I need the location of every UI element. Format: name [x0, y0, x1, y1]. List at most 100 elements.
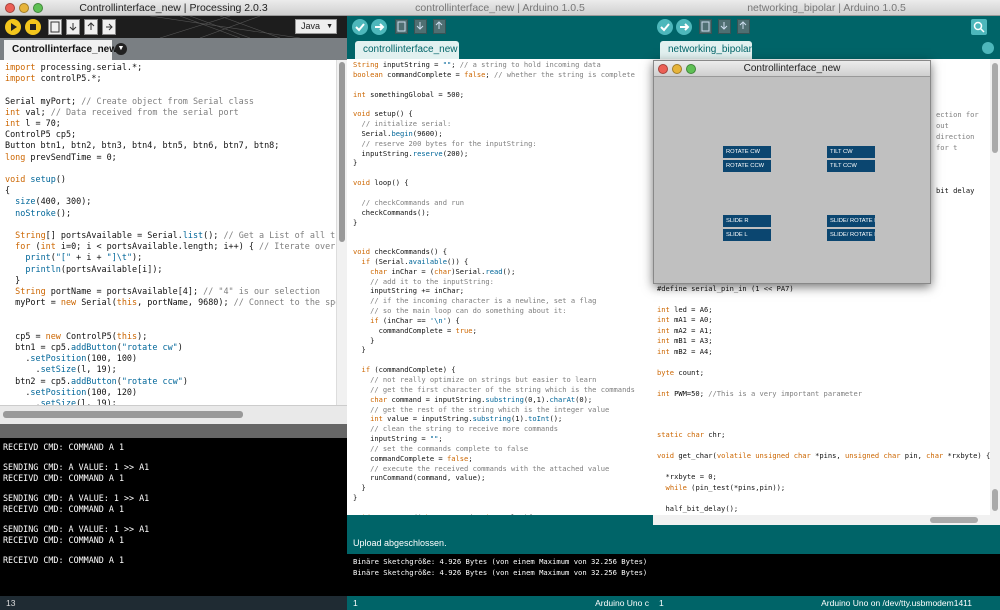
tab-networking-bipolar[interactable]: networking_bipolar — [660, 41, 752, 59]
mode-selector[interactable]: Java ▼ — [295, 19, 337, 34]
open-icon — [720, 22, 728, 30]
stop-icon — [30, 24, 36, 30]
code-line: .setSize(l, 19); — [5, 398, 117, 405]
sketch-window-title: Controllinterface_new — [743, 63, 841, 74]
code-line: } — [353, 158, 358, 168]
zoom-window-button[interactable] — [686, 64, 696, 74]
tab-controllinterface-new[interactable]: Controllinterface_new — [4, 40, 117, 60]
slide-r-button[interactable]: SLIDE R — [723, 215, 771, 227]
tilt-ccw-button[interactable]: TILT CCW — [827, 160, 875, 172]
code-line: String[] portsAvailable = Serial.list();… — [15, 230, 336, 241]
tab-controllinterface-new[interactable]: controllinterface_new — [355, 41, 459, 59]
arduino2-code-text: #define serial_pin_in (1 << PA7) int led… — [657, 284, 990, 515]
stop-button[interactable] — [25, 19, 41, 35]
rotate-ccw-button[interactable]: ROTATE CCW — [723, 160, 771, 172]
scrollbar-thumb[interactable] — [992, 489, 998, 511]
code-line: // not really optimize on strings but ea… — [370, 375, 597, 384]
code-line: // set the commands complete to false — [370, 443, 529, 453]
minimize-window-button[interactable] — [19, 3, 29, 13]
code-line: void checkCommands() { — [353, 247, 447, 257]
open-button[interactable] — [718, 19, 731, 34]
code-line: String portName = portsAvailable[4]; // … — [15, 286, 320, 297]
tilt-cw-button[interactable]: TILT CW — [827, 146, 875, 158]
code-line: print("[" + i + "]\t"); — [25, 252, 143, 263]
rotate-cw-button[interactable]: ROTATE CW — [723, 146, 771, 158]
tab-menu-button[interactable]: ▼ — [115, 43, 127, 55]
horizontal-scrollbar[interactable] — [0, 405, 347, 424]
close-window-button[interactable] — [5, 3, 15, 13]
save-icon — [739, 21, 747, 29]
line-number: 13 — [6, 598, 16, 608]
code-line: btn1 = cp5.addButton("rotate cw") — [5, 342, 183, 353]
code-line: // clean the string to receive more comm… — [370, 424, 559, 434]
console-line: SENDING CMD: A VALUE: 1 >> A1 — [3, 461, 150, 472]
scrollbar-thumb[interactable] — [930, 517, 978, 523]
vertical-scrollbar[interactable] — [336, 60, 347, 405]
tab-menu-button[interactable] — [982, 42, 994, 54]
save-button[interactable] — [737, 19, 750, 34]
code-line: void setup() — [5, 174, 66, 185]
code-line: inputString = ""; — [353, 434, 443, 444]
serial-monitor-button[interactable] — [971, 19, 987, 35]
zoom-window-button[interactable] — [33, 3, 43, 13]
scrollbar-thumb[interactable] — [992, 63, 998, 153]
run-button[interactable] — [5, 19, 21, 35]
arduino-window-1: controllinterface_new | Arduino 1.0.5 co… — [347, 0, 653, 610]
open-button[interactable] — [66, 19, 80, 35]
verify-button[interactable] — [657, 19, 673, 35]
processing-window: Controllinterface_new | Processing 2.0.3 — [0, 0, 347, 610]
open-button[interactable] — [414, 19, 427, 34]
code-line: // add it to the inputString: — [370, 276, 494, 286]
save-button[interactable] — [84, 19, 98, 35]
new-button[interactable] — [48, 19, 62, 35]
arduino1-toolbar — [347, 16, 653, 38]
vertical-scrollbar[interactable] — [990, 59, 1000, 515]
code-line: ControlP5 cp5; — [5, 129, 77, 140]
processing-tab-bar: Controllinterface_new ▼ — [0, 38, 347, 60]
code-fragment: ection for out — [936, 110, 979, 130]
code-line: // if the incoming character is a newlin… — [370, 296, 597, 306]
arduino2-console — [653, 554, 1000, 596]
slide-rotate-r-button[interactable]: SLIDE/ ROTATE R — [827, 215, 875, 227]
minimize-window-button[interactable] — [672, 64, 682, 74]
scrollbar-thumb[interactable] — [3, 411, 243, 418]
code-line: } — [5, 274, 21, 285]
upload-button[interactable] — [676, 19, 692, 35]
code-line: { — [5, 185, 11, 196]
export-button[interactable] — [102, 19, 116, 35]
processing-code-editor[interactable]: import processing.serial.*; import contro… — [0, 60, 336, 405]
slide-rotate-l-button[interactable]: SLIDE/ ROTATE L — [827, 229, 875, 241]
code-line: half_bit_delay(); — [657, 503, 739, 513]
horizontal-scrollbar[interactable] — [653, 515, 1000, 525]
code-line: // get the rest of the string which is t… — [370, 404, 610, 414]
save-button[interactable] — [433, 19, 446, 34]
verify-button[interactable] — [352, 19, 368, 35]
new-file-icon — [397, 21, 406, 32]
partially-hidden-code: ection for out direction for t — [936, 109, 990, 153]
new-button[interactable] — [699, 19, 712, 34]
close-window-button[interactable] — [658, 64, 668, 74]
upload-button[interactable] — [371, 19, 387, 35]
arduino1-tab-bar: controllinterface_new — [347, 38, 653, 59]
code-line: int l = 70; — [5, 118, 61, 129]
arduino2-message-area — [653, 525, 1000, 554]
scrollbar-thumb[interactable] — [339, 62, 345, 242]
code-line: int mB1 = A3; — [657, 336, 713, 346]
magnifier-icon — [973, 21, 985, 33]
new-button[interactable] — [395, 19, 408, 34]
arduino1-code-editor[interactable]: String inputString = ""; // a string to … — [347, 59, 653, 515]
arduino2-tab-bar: networking_bipolar — [653, 38, 1000, 59]
code-line: // initialize serial: — [361, 119, 452, 129]
code-line: void loop() { — [353, 178, 409, 188]
code-line: char command = inputString.substring(0,1… — [370, 394, 593, 404]
slide-l-button[interactable]: SLIDE L — [723, 229, 771, 241]
arduino1-upload-status: Upload abgeschlossen. — [347, 532, 653, 554]
console-line: Binäre Sketchgröße: 4.926 Bytes (von ein… — [353, 567, 648, 577]
